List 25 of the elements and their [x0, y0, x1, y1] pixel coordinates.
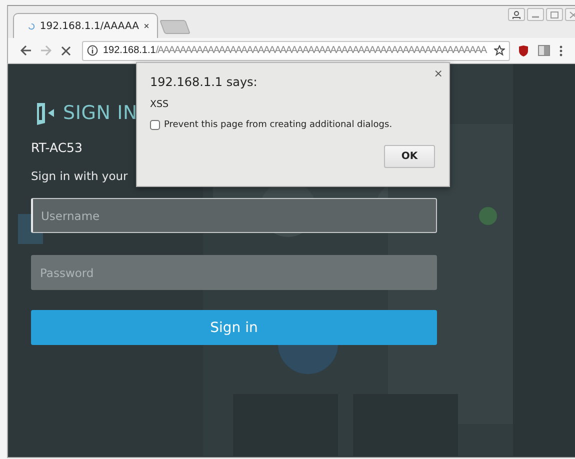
model-name: RT-AC53 [31, 140, 84, 155]
ok-button[interactable]: OK [384, 145, 435, 168]
close-icon[interactable] [144, 22, 149, 30]
back-icon[interactable] [20, 45, 32, 56]
checkbox-label[interactable]: Prevent this page from creating additional dialogs. [164, 120, 392, 130]
sign-in-heading: SIGN IN [63, 102, 138, 124]
user-button[interactable] [508, 8, 525, 21]
sidebar-icon[interactable] [538, 45, 550, 56]
maximize-button[interactable] [546, 8, 563, 21]
menu-icon[interactable] [559, 44, 563, 56]
dialog-title: 192.168.1.1 says: [150, 75, 258, 89]
dialog-message: XSS [150, 99, 170, 110]
password-field[interactable]: Password [31, 255, 437, 290]
user-icon [512, 11, 521, 19]
checkbox[interactable] [150, 120, 160, 130]
close-button[interactable]: × [434, 67, 443, 80]
maximize-icon [550, 11, 559, 19]
address-bar[interactable]: 192.168.1.1/AAAAAAAAAAAAAAAAAAAAAAAAAAAAAAAAAAAAAAAAAAAAAAAAAAAAAAAAAAA [82, 40, 510, 60]
browser-tab[interactable]: 192.168.1.1/AAAAA [13, 13, 158, 38]
info-icon[interactable] [87, 45, 98, 56]
instruction-text: Sign in with your [31, 169, 129, 183]
shield-icon[interactable] [518, 44, 529, 56]
username-field[interactable]: Username [31, 198, 437, 233]
star-icon[interactable] [494, 45, 505, 56]
stop-icon[interactable] [61, 46, 71, 56]
